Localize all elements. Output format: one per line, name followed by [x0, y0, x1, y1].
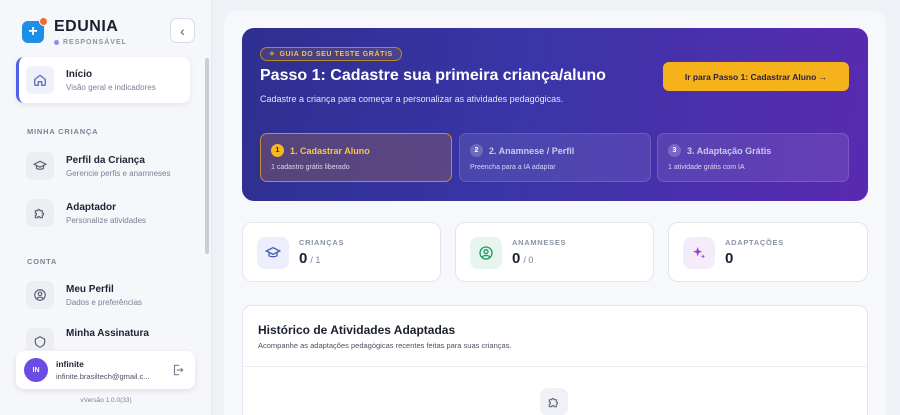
step-subtitle: 1 cadastro grátis liberado [271, 164, 350, 171]
sidebar-item-title: Minha Assinatura [66, 328, 149, 339]
step-card-1[interactable]: 1 1. Cadastrar Aluno 1 cadastro grátis l… [260, 133, 452, 182]
logout-icon[interactable] [171, 363, 185, 377]
user-email: infinite.brasiltech@gmail.c... [56, 372, 150, 381]
section-label-child: MINHA CRIANÇA [27, 127, 99, 136]
hero-badge: ✧ GUIA DO SEU TESTE GRÁTIS [260, 47, 402, 61]
role-dot-icon [54, 40, 59, 45]
hero-subtitle: Cadastre a criança para começar a person… [260, 94, 564, 104]
history-card: Histórico de Atividades Adaptadas Acompa… [242, 305, 868, 415]
stat-label: CRIANÇAS [299, 238, 345, 247]
sidebar-item-subtitle: Personalize atividades [66, 215, 147, 225]
stat-suffix: / 0 [523, 255, 534, 265]
logo-icon: + [22, 17, 48, 43]
sidebar-item-adaptador[interactable]: Adaptador Personalize atividades [16, 190, 190, 236]
stat-label: ANAMNESES [512, 238, 567, 247]
step-card-2[interactable]: 2 2. Anamnese / Perfil Preencha para a I… [459, 133, 651, 182]
user-circle-icon [26, 281, 54, 309]
sidebar-item-perfil-crianca[interactable]: Perfil da Criança Gerencie perfis e anam… [16, 143, 190, 189]
sparkles-icon [683, 237, 715, 269]
step-card-3[interactable]: 3 3. Adaptação Grátis 1 atividade grátis… [657, 133, 849, 182]
sidebar-item-title: Início [66, 68, 93, 80]
version-label: vVersão 1.0.0(33) [80, 397, 132, 404]
stat-label: ADAPTAÇÕES [725, 238, 784, 247]
stat-card-adaptacoes[interactable]: ADAPTAÇÕES 0 [668, 222, 868, 282]
step-number: 3 [668, 144, 681, 157]
user-circle-icon [470, 237, 502, 269]
sparkle-icon: ✧ [269, 51, 276, 58]
step-title: 1. Cadastrar Aluno [290, 145, 370, 156]
step-title: 2. Anamnese / Perfil [489, 145, 575, 156]
onboarding-hero: ✧ GUIA DO SEU TESTE GRÁTIS Passo 1: Cada… [242, 28, 868, 201]
sidebar-item-meu-perfil[interactable]: Meu Perfil Dados e preferências [16, 272, 190, 318]
brand[interactable]: + EDUNIA RESPONSÁVEL [22, 17, 127, 46]
brand-role: RESPONSÁVEL [63, 39, 127, 46]
stat-value: 0 [299, 250, 308, 267]
sidebar-scrollbar[interactable] [205, 58, 209, 254]
brand-name: EDUNIA [54, 18, 119, 35]
history-title: Histórico de Atividades Adaptadas [258, 323, 456, 337]
sidebar-item-title: Adaptador [66, 201, 116, 213]
avatar: IN [24, 358, 48, 382]
stat-value: 0 [512, 250, 521, 267]
graduation-cap-icon [257, 237, 289, 269]
stat-suffix: / 1 [310, 255, 321, 265]
collapse-sidebar-button[interactable]: ‹ [170, 18, 195, 43]
sidebar: + EDUNIA RESPONSÁVEL ‹ Início Visão gera… [0, 0, 212, 415]
subscription-icon [26, 328, 54, 350]
sidebar-item-subtitle: Gerencie perfis e anamneses [66, 168, 171, 178]
sidebar-item-assinatura[interactable]: Minha Assinatura [16, 320, 190, 350]
section-label-account: CONTA [27, 257, 58, 266]
stat-card-criancas[interactable]: CRIANÇAS 0/ 1 [242, 222, 441, 282]
go-to-step1-button[interactable]: Ir para Passo 1: Cadastrar Aluno → [663, 62, 849, 91]
sidebar-item-title: Meu Perfil [66, 283, 114, 295]
chevron-left-icon: ‹ [180, 22, 185, 39]
step-title: 3. Adaptação Grátis [687, 145, 772, 156]
home-icon [26, 66, 54, 94]
sidebar-item-subtitle: Dados e preferências [66, 297, 143, 307]
sidebar-item-inicio[interactable]: Início Visão geral e indicadores [16, 57, 190, 103]
puzzle-icon [540, 388, 568, 415]
step-subtitle: Preencha para a IA adaptar [470, 164, 556, 171]
step-number: 2 [470, 144, 483, 157]
stat-card-anamneses[interactable]: ANAMNESES 0/ 0 [455, 222, 654, 282]
puzzle-icon [26, 199, 54, 227]
hero-badge-text: GUIA DO SEU TESTE GRÁTIS [279, 50, 393, 58]
step-subtitle: 1 atividade grátis com IA [668, 164, 745, 171]
user-card[interactable]: IN infinite infinite.brasiltech@gmail.c.… [16, 351, 195, 389]
step-number: 1 [271, 144, 284, 157]
divider [243, 366, 867, 367]
hero-title: Passo 1: Cadastre sua primeira criança/a… [260, 67, 606, 84]
stat-value: 0 [725, 250, 734, 267]
user-name: infinite [56, 359, 84, 369]
sidebar-item-subtitle: Visão geral e indicadores [66, 82, 156, 92]
history-subtitle: Acompanhe as adaptações pedagógicas rece… [258, 341, 512, 350]
graduation-cap-icon [26, 152, 54, 180]
sidebar-item-title: Perfil da Criança [66, 154, 145, 166]
